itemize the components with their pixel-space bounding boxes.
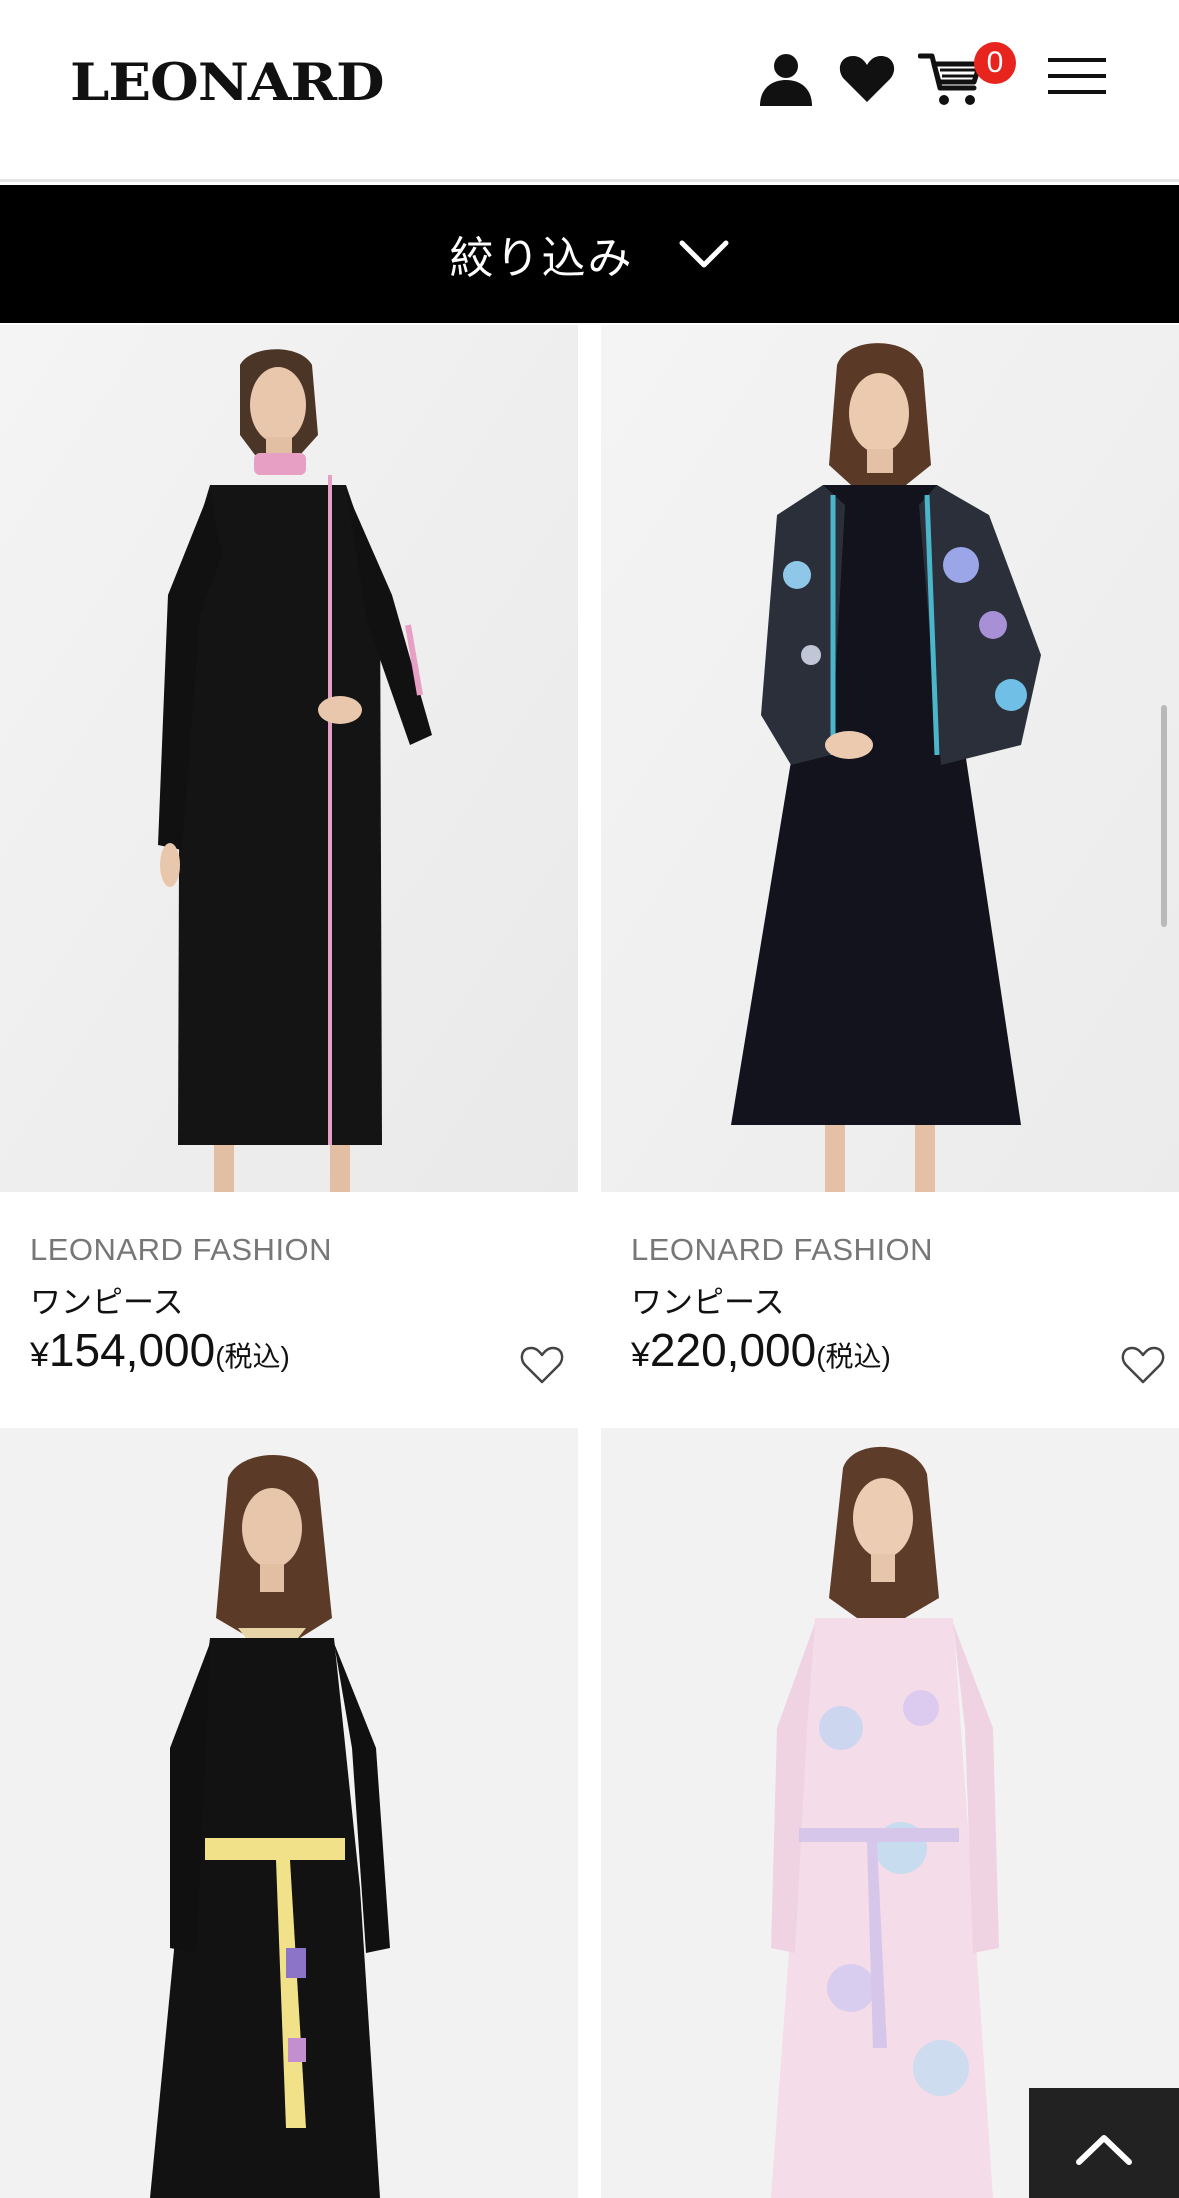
filter-label: 絞り込み — [449, 233, 634, 284]
product-brand: LEONARD FASHION — [631, 1232, 934, 1267]
scroll-to-top-button[interactable] — [1029, 2088, 1179, 2198]
heart-icon[interactable] — [838, 54, 896, 104]
brand-logo[interactable]: LEONARD — [70, 52, 385, 113]
menu-icon[interactable] — [1048, 56, 1108, 96]
product-image[interactable] — [0, 325, 578, 1192]
product-image[interactable] — [0, 1428, 578, 2198]
price-value: 154,000 — [48, 1324, 216, 1376]
site-header: LEONARD 0 — [0, 0, 1179, 182]
product-name[interactable]: ワンピース — [30, 1277, 183, 1322]
price-currency: ¥ — [631, 1336, 650, 1374]
price-currency: ¥ — [30, 1336, 49, 1374]
product-brand: LEONARD FASHION — [30, 1232, 333, 1267]
chevron-up-icon — [1076, 2135, 1132, 2165]
favorite-heart-icon[interactable] — [1121, 1345, 1165, 1385]
favorite-heart-icon[interactable] — [520, 1345, 564, 1385]
price-tax-note: (税込) — [816, 1341, 891, 1372]
chevron-down-icon — [679, 240, 728, 268]
cart-count-badge: 0 — [974, 42, 1016, 84]
user-icon[interactable] — [758, 52, 814, 106]
scrollbar[interactable] — [1161, 705, 1167, 927]
price-value: 220,000 — [649, 1324, 817, 1376]
product-image[interactable] — [601, 325, 1179, 1192]
product-price: ¥220,000(税込) — [631, 1323, 891, 1377]
price-tax-note: (税込) — [215, 1341, 290, 1372]
product-name[interactable]: ワンピース — [631, 1277, 784, 1322]
product-image[interactable] — [601, 1428, 1179, 2198]
product-price: ¥154,000(税込) — [30, 1323, 290, 1377]
filter-toggle-button[interactable]: 絞り込み — [0, 185, 1179, 323]
